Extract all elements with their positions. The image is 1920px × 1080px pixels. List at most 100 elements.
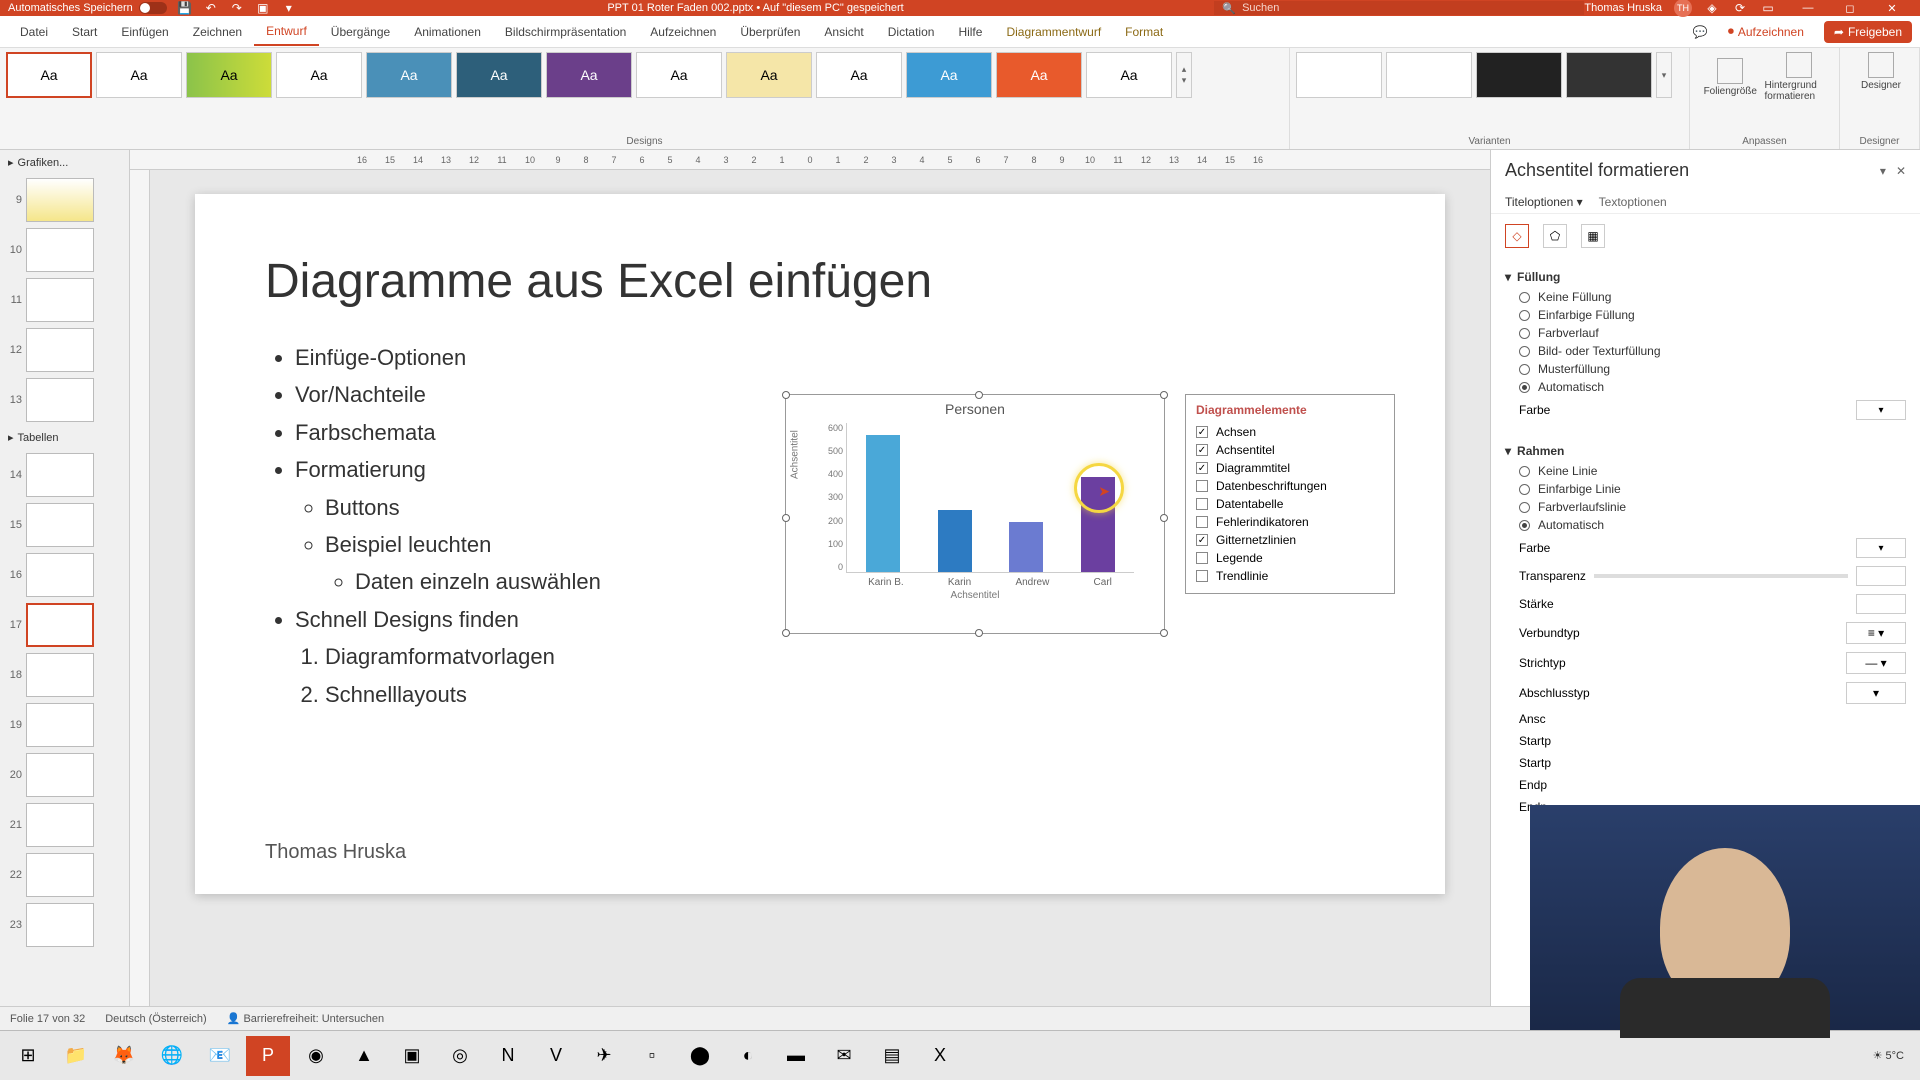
zoom-icon[interactable]: ▬ [774, 1036, 818, 1076]
selection-handle[interactable] [782, 629, 790, 637]
variant-thumb[interactable] [1566, 52, 1652, 98]
fill-opt-solid[interactable]: Einfarbige Füllung [1505, 306, 1906, 324]
slide-thumb-23[interactable] [26, 903, 94, 947]
pane-close-icon[interactable]: ✕ [1896, 164, 1906, 178]
x-axis-title[interactable]: Achsentitel [786, 590, 1164, 601]
slide-thumb-11[interactable] [26, 278, 94, 322]
variant-thumb[interactable] [1386, 52, 1472, 98]
chart-element-option[interactable]: Datentabelle [1196, 495, 1384, 513]
y-axis-title[interactable]: Achsentitel [790, 430, 801, 479]
theme-thumb[interactable]: Aa [1086, 52, 1172, 98]
slide-thumb-13[interactable] [26, 378, 94, 422]
tab-view[interactable]: Ansicht [812, 19, 875, 45]
slide-thumb-20[interactable] [26, 753, 94, 797]
slide-thumb-19[interactable] [26, 703, 94, 747]
tab-home[interactable]: Start [60, 19, 109, 45]
app-icon[interactable]: ▫ [630, 1036, 674, 1076]
more-qat-icon[interactable]: ▾ [281, 0, 297, 16]
effects-icon[interactable]: ⬠ [1543, 224, 1567, 248]
tab-format[interactable]: Format [1113, 19, 1175, 45]
app-icon[interactable]: ▣ [390, 1036, 434, 1076]
app-icon[interactable]: ◐ [726, 1036, 770, 1076]
fill-line-icon[interactable]: ◇ [1505, 224, 1529, 248]
slide-canvas[interactable]: Diagramme aus Excel einfügen Einfüge-Opt… [195, 194, 1445, 894]
chrome-icon[interactable]: 🌐 [150, 1036, 194, 1076]
redo-icon[interactable]: ↷ [229, 0, 245, 16]
start-button[interactable]: ⊞ [6, 1036, 50, 1076]
line-opt-gradient[interactable]: Farbverlaufslinie [1505, 498, 1906, 516]
tab-chartdesign[interactable]: Diagrammentwurf [994, 19, 1113, 45]
tab-review[interactable]: Überprüfen [728, 19, 812, 45]
chart-elements-flyout[interactable]: Diagrammelemente ✓Achsen✓Achsentitel✓Dia… [1185, 394, 1395, 594]
pane-dropdown-icon[interactable]: ▾ [1880, 164, 1886, 178]
chart-element-option[interactable]: ✓Gitternetzlinien [1196, 531, 1384, 549]
ribbon-mode-icon[interactable]: ▭ [1760, 0, 1776, 16]
line-opt-solid[interactable]: Einfarbige Linie [1505, 480, 1906, 498]
theme-thumb[interactable]: Aa [726, 52, 812, 98]
onenote-icon[interactable]: N [486, 1036, 530, 1076]
fill-opt-none[interactable]: Keine Füllung [1505, 288, 1906, 306]
checkbox-icon[interactable] [1196, 480, 1208, 492]
tab-transitions[interactable]: Übergänge [319, 19, 402, 45]
checkbox-icon[interactable] [1196, 516, 1208, 528]
slide-thumb-21[interactable] [26, 803, 94, 847]
slide-thumb-18[interactable] [26, 653, 94, 697]
theme-thumb[interactable]: Aa [276, 52, 362, 98]
vlc-icon[interactable]: ▲ [342, 1036, 386, 1076]
slide-thumb-10[interactable] [26, 228, 94, 272]
slide-thumb-22[interactable] [26, 853, 94, 897]
checkbox-icon[interactable]: ✓ [1196, 462, 1208, 474]
share-button[interactable]: ➦ Freigeben [1824, 21, 1912, 43]
designer-button[interactable]: Designer [1846, 52, 1916, 91]
selection-handle[interactable] [1160, 391, 1168, 399]
cap-dropdown[interactable]: ▾ [1846, 682, 1906, 704]
file-explorer-icon[interactable]: 📁 [54, 1036, 98, 1076]
chart-element-option[interactable]: ✓Achsen [1196, 423, 1384, 441]
slide-thumb-16[interactable] [26, 553, 94, 597]
chart-bar[interactable] [866, 435, 900, 573]
section-border[interactable]: ▾ Rahmen [1505, 440, 1906, 462]
variant-thumb[interactable] [1296, 52, 1382, 98]
undo-icon[interactable]: ↶ [203, 0, 219, 16]
theme-thumb[interactable]: Aa [186, 52, 272, 98]
checkbox-icon[interactable]: ✓ [1196, 426, 1208, 438]
tab-file[interactable]: Datei [8, 19, 60, 45]
line-opt-auto[interactable]: Automatisch [1505, 516, 1906, 534]
fill-opt-picture[interactable]: Bild- oder Texturfüllung [1505, 342, 1906, 360]
theme-thumb[interactable]: Aa [366, 52, 452, 98]
obs-icon[interactable]: ⬤ [678, 1036, 722, 1076]
slide-size-button[interactable]: Foliengröße [1696, 52, 1765, 102]
slide-thumbnail-panel[interactable]: ▸ Grafiken... 9 10 11 12 13 ▸ Tabellen 1… [0, 150, 130, 1006]
sync-icon[interactable]: ⟳ [1732, 0, 1748, 16]
search-input[interactable]: 🔍 Suchen [1214, 1, 1584, 15]
section-header[interactable]: ▸ Tabellen [0, 425, 129, 450]
user-avatar[interactable]: TH [1674, 0, 1692, 17]
checkbox-icon[interactable] [1196, 498, 1208, 510]
themes-gallery[interactable]: Aa Aa Aa Aa Aa Aa Aa Aa Aa Aa Aa Aa Aa ▴… [6, 52, 1283, 130]
line-opt-none[interactable]: Keine Linie [1505, 462, 1906, 480]
minimize-button[interactable]: — [1788, 0, 1828, 16]
accessibility-status[interactable]: 👤 Barrierefreiheit: Untersuchen [227, 1012, 384, 1025]
selection-handle[interactable] [782, 514, 790, 522]
checkbox-icon[interactable] [1196, 552, 1208, 564]
app-icon[interactable]: ◎ [438, 1036, 482, 1076]
tab-draw[interactable]: Zeichnen [181, 19, 254, 45]
visio-icon[interactable]: V [534, 1036, 578, 1076]
chart-title[interactable]: Personen [786, 395, 1164, 423]
weather-widget[interactable]: ☀ 5°C [1873, 1049, 1904, 1062]
slide-title[interactable]: Diagramme aus Excel einfügen [265, 254, 1375, 309]
fill-opt-gradient[interactable]: Farbverlauf [1505, 324, 1906, 342]
theme-thumb[interactable]: Aa [6, 52, 92, 98]
theme-thumb[interactable]: Aa [456, 52, 542, 98]
comments-icon[interactable]: 💬 [1693, 25, 1708, 39]
user-name[interactable]: Thomas Hruska [1584, 2, 1662, 14]
selection-handle[interactable] [782, 391, 790, 399]
app-icon[interactable]: ▤ [870, 1036, 914, 1076]
slide-thumb-17[interactable] [26, 603, 94, 647]
size-properties-icon[interactable]: ▦ [1581, 224, 1605, 248]
tab-design[interactable]: Entwurf [254, 18, 319, 46]
format-background-button[interactable]: Hintergrund formatieren [1765, 52, 1834, 102]
outlook-icon[interactable]: 📧 [198, 1036, 242, 1076]
telegram-icon[interactable]: ✈ [582, 1036, 626, 1076]
slide-thumb-9[interactable] [26, 178, 94, 222]
